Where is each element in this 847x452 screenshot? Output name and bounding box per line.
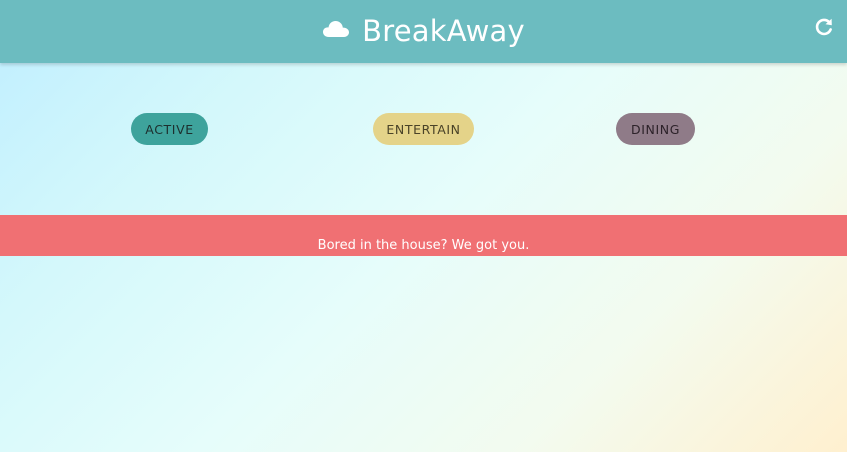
app-title: BreakAway (362, 14, 525, 48)
category-dining-button[interactable]: DINING (616, 113, 695, 145)
refresh-icon[interactable] (814, 17, 834, 37)
category-entertain-label: ENTERTAIN (386, 121, 461, 137)
brand: BreakAway (0, 0, 847, 63)
app-header: BreakAway (0, 0, 847, 63)
category-entertain-button[interactable]: ENTERTAIN (373, 113, 474, 145)
category-dining-label: DINING (631, 121, 680, 137)
category-active-label: ACTIVE (145, 121, 194, 137)
category-active-button[interactable]: ACTIVE (131, 113, 208, 145)
tagline-text: Bored in the house? We got you. (317, 238, 530, 253)
cloud-icon (323, 20, 350, 37)
